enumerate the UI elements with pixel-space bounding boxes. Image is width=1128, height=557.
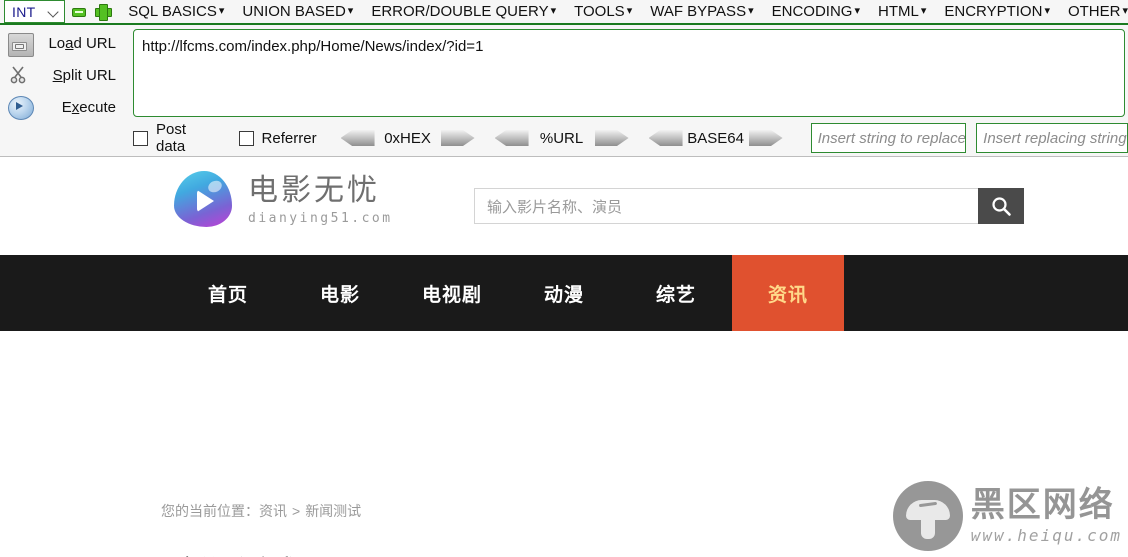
menu-waf-bypass[interactable]: WAF BYPASS ▾: [650, 3, 753, 20]
url-textarea[interactable]: http://lfcms.com/index.php/Home/News/ind…: [133, 29, 1125, 117]
search-bar: 输入影片名称、演员: [474, 188, 1024, 224]
article: 新闻测试 2020-05-24 1 tttest: [180, 549, 860, 557]
base64-codec-label: BASE64: [687, 129, 744, 147]
url-codec-group: %URL: [494, 129, 629, 147]
menu-html-label: HTML: [877, 3, 919, 20]
checkbox-box: [133, 130, 148, 146]
hackbar-options-row: Post data Referrer 0xHEX %URL BASE64 Ins…: [133, 121, 1128, 155]
load-url-label: Load URL: [48, 34, 116, 52]
menu-encryption-label: ENCRYPTION: [944, 3, 1043, 20]
hex-codec-label: 0xHEX: [384, 129, 431, 147]
caret-down-icon: ▾: [1122, 5, 1128, 17]
menu-error-double-query[interactable]: ERROR/DOUBLE QUERY ▾: [371, 3, 556, 20]
watermark-url: www.heiqu.com: [970, 525, 1122, 545]
breadcrumb: 您的当前位置：资讯 > 新闻测试: [161, 501, 361, 521]
load-url-button[interactable]: Load URL: [0, 27, 128, 59]
logo-title: 电影无忧: [248, 174, 380, 207]
split-url-button[interactable]: Split URL: [0, 59, 128, 91]
watermark-title: 黑区网络: [970, 485, 1115, 524]
search-icon: [990, 195, 1012, 217]
caret-down-icon: ▾: [347, 5, 354, 17]
play-circle-icon: [8, 96, 34, 120]
hackbar-action-column: Load URL Split URL Execute: [0, 27, 128, 123]
base64-decode-arrow-icon[interactable]: [648, 130, 683, 146]
breadcrumb-separator: >: [292, 503, 301, 519]
menu-waf-bypass-label: WAF BYPASS: [650, 3, 747, 20]
hackbar-panel: INT SQL BASICS ▾ UNION BASED ▾ ERROR/DOUBL…: [0, 0, 1128, 157]
main-navigation: 首页 电影 电视剧 动漫 综艺 资讯: [0, 255, 1128, 331]
base64-encode-arrow-icon[interactable]: [748, 130, 783, 146]
caret-down-icon: ▾: [748, 5, 754, 17]
site-logo[interactable]: 电影无忧 dianying51.com: [172, 169, 393, 231]
breadcrumb-prefix: 您的当前位置：: [161, 503, 259, 519]
font-decrease-button[interactable]: [72, 7, 87, 17]
hex-decode-arrow-icon[interactable]: [340, 130, 375, 146]
search-input[interactable]: 输入影片名称、演员: [474, 188, 978, 224]
nav-item-movies[interactable]: 电影: [284, 255, 396, 331]
nav-item-anime[interactable]: 动漫: [508, 255, 620, 331]
replace-string-input[interactable]: Insert string to replace: [810, 123, 967, 153]
url-codec-label: %URL: [539, 129, 584, 147]
menu-other-label: OTHER: [1067, 3, 1121, 20]
search-button[interactable]: [978, 188, 1024, 224]
post-data-checkbox[interactable]: Post data: [133, 121, 215, 155]
hackbar-mode-select[interactable]: INT: [4, 0, 66, 23]
menu-encoding-label: ENCODING: [771, 3, 853, 20]
menu-html[interactable]: HTML ▾: [878, 3, 926, 20]
url-encode-arrow-icon[interactable]: [594, 130, 629, 146]
hackbar-mode-value: INT: [12, 3, 36, 20]
caret-down-icon: ▾: [550, 5, 557, 17]
scissors-icon: [8, 64, 34, 88]
split-url-label: Split URL: [52, 66, 116, 84]
referrer-checkbox[interactable]: Referrer: [238, 129, 317, 147]
watermark: 黑区网络 www.heiqu.com: [892, 481, 1122, 551]
menu-union-based[interactable]: UNION BASED ▾: [242, 3, 353, 20]
article-title: 新闻测试: [180, 549, 860, 557]
menu-encoding[interactable]: ENCODING ▾: [772, 3, 860, 20]
menu-encryption[interactable]: ENCRYPTION ▾: [944, 3, 1050, 20]
menu-tools[interactable]: TOOLS ▾: [574, 3, 632, 20]
menu-other[interactable]: OTHER ▾: [1068, 3, 1128, 20]
disk-drive-icon: [8, 32, 34, 57]
menu-union-based-label: UNION BASED: [242, 3, 346, 20]
replacing-string-input[interactable]: Insert replacing string: [976, 123, 1128, 153]
caret-down-icon: ▾: [1044, 5, 1050, 17]
breadcrumb-parent[interactable]: 资讯: [259, 503, 287, 519]
font-increase-button[interactable]: [95, 4, 113, 21]
hackbar-menubar: INT SQL BASICS ▾ UNION BASED ▾ ERROR/DOUBL…: [0, 0, 1128, 25]
execute-label: Execute: [61, 98, 116, 116]
menu-error-double-query-label: ERROR/DOUBLE QUERY: [371, 3, 549, 20]
nav-item-tv-series[interactable]: 电视剧: [396, 255, 508, 331]
menu-tools-label: TOOLS: [574, 3, 625, 20]
logo-subtitle: dianying51.com: [248, 211, 393, 226]
menu-sql-basics[interactable]: SQL BASICS ▾: [128, 3, 224, 20]
checkbox-box: [238, 130, 254, 146]
hex-codec-group: 0xHEX: [340, 129, 475, 147]
breadcrumb-current: 新闻测试: [305, 503, 362, 519]
url-decode-arrow-icon[interactable]: [494, 130, 529, 146]
caret-down-icon: ▾: [626, 5, 633, 17]
web-page: 电影无忧 dianying51.com 输入影片名称、演员 首页 电影 电视剧 …: [0, 157, 1128, 557]
post-data-label: Post data: [156, 121, 187, 155]
menu-sql-basics-label: SQL BASICS: [128, 3, 217, 20]
nav-item-home[interactable]: 首页: [172, 255, 284, 331]
play-blob-logo-icon: [172, 169, 234, 231]
caret-down-icon: ▾: [218, 5, 225, 17]
base64-codec-group: BASE64: [648, 129, 783, 147]
caret-down-icon: ▾: [920, 5, 927, 17]
mushroom-icon: [892, 481, 963, 551]
execute-button[interactable]: Execute: [0, 91, 128, 123]
caret-down-icon: ▾: [854, 5, 860, 17]
site-header: 电影无忧 dianying51.com 输入影片名称、演员: [0, 157, 1128, 255]
hex-encode-arrow-icon[interactable]: [440, 130, 475, 146]
nav-item-news[interactable]: 资讯: [732, 255, 844, 331]
nav-item-variety[interactable]: 综艺: [620, 255, 732, 331]
chevron-down-icon: [48, 6, 60, 18]
referrer-label: Referrer: [261, 129, 317, 147]
